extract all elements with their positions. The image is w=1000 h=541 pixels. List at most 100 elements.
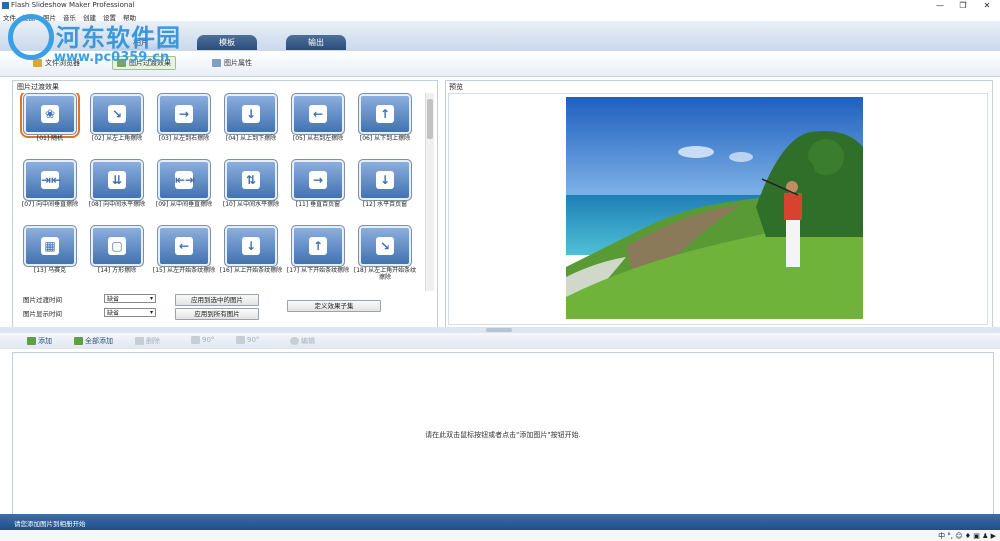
transition-arrow-icon: → (175, 105, 193, 123)
delete-button[interactable]: 删除 (135, 336, 160, 346)
transition-item[interactable]: ❀ [01] 随机 (17, 93, 83, 157)
transition-label: [11] 垂直百页窗 (295, 201, 341, 208)
transition-thumbnail[interactable]: → (157, 93, 211, 135)
status-bar: 请您添加图片到相册开始 (0, 514, 1000, 530)
chevron-down-icon: ▾ (149, 295, 153, 302)
transition-label: [01] 随机 (36, 135, 64, 142)
empty-hint: 请在此双击鼠标按钮或者点击"添加图片"按钮开始. (425, 431, 581, 439)
transition-label: [16] 从上开始条纹擦除 (219, 267, 283, 274)
transition-thumbnail[interactable]: ← (157, 225, 211, 267)
transition-label: [14] 方形擦除 (97, 267, 137, 274)
transition-item[interactable]: ⇊ [08] 向中间水平擦除 (84, 159, 150, 223)
delete-label: 删除 (146, 337, 160, 345)
transition-thumbnail[interactable]: ↓ (358, 159, 412, 201)
transition-label: [12] 水平百页窗 (362, 201, 408, 208)
rotate-right-button[interactable]: 90° (236, 336, 259, 344)
transition-label: [07] 向中间垂直擦除 (21, 201, 79, 208)
transition-label: [13] 马赛克 (33, 267, 67, 274)
watermark: 河东软件园 www.pc0359.cn (8, 14, 238, 74)
transition-thumbnail[interactable]: ⇥⇤ (23, 159, 77, 201)
transition-thumbnail[interactable]: ▦ (23, 225, 77, 267)
edit-button[interactable]: 编辑 (290, 336, 315, 346)
transition-thumbnail[interactable]: ↓ (224, 225, 278, 267)
edit-icon (290, 337, 299, 345)
transition-arrow-icon: ↓ (242, 237, 260, 255)
transition-thumbnail[interactable]: ↘ (358, 225, 412, 267)
transition-thumbnail[interactable]: ⇅ (224, 159, 278, 201)
transition-arrow-icon: ← (175, 237, 193, 255)
apply-all-button[interactable]: 应用到所有图片 (175, 308, 259, 320)
transitions-panel: 图片过渡效果 ❀ [01] 随机 ↘ [02] 从左上角擦除 → [03] 从左到右擦除 ↓… (12, 80, 438, 329)
transition-label: [17] 从下开始条纹擦除 (286, 267, 350, 274)
transition-arrow-icon: ← (309, 105, 327, 123)
rotate-left-icon (191, 336, 200, 344)
transition-thumbnail[interactable]: ↑ (291, 225, 345, 267)
transition-label: [06] 从下到上擦除 (359, 135, 411, 142)
transition-thumbnail[interactable]: ↘ (90, 93, 144, 135)
transition-item[interactable]: ↘ [02] 从左上角擦除 (84, 93, 150, 157)
edit-label: 编辑 (301, 337, 315, 345)
transition-item[interactable]: ↓ [12] 水平百页窗 (352, 159, 418, 223)
watermark-logo-icon (8, 14, 54, 60)
tray-icons[interactable]: 中 °, ☺ ♦ ▣ ♟ ▶ (938, 531, 996, 541)
transition-thumbnail[interactable]: ← (291, 93, 345, 135)
transition-item[interactable]: ↘ [18] 从左上角开始条纹擦除 (352, 225, 418, 289)
select-value: 缺省 (107, 310, 120, 317)
transition-arrow-icon: ❀ (41, 105, 59, 123)
transition-arrow-icon: ↑ (309, 237, 327, 255)
rotate-left-button[interactable]: 90° (191, 336, 214, 344)
transition-item[interactable]: ▦ [13] 马赛克 (17, 225, 83, 289)
scrollbar-thumb[interactable] (427, 99, 433, 139)
minimize-button[interactable]: — (929, 0, 951, 11)
transition-arrow-icon: ⇅ (242, 171, 260, 189)
transition-item[interactable]: ↑ [17] 从下开始条纹擦除 (285, 225, 351, 289)
transition-item[interactable]: ▢ [14] 方形擦除 (84, 225, 150, 289)
close-button[interactable]: ✕ (976, 0, 998, 11)
define-subset-button[interactable]: 定义效果子集 (287, 300, 381, 312)
rotate-right-icon (236, 336, 245, 344)
transition-arrow-icon: ⇊ (108, 171, 126, 189)
transition-thumbnail[interactable]: ⇊ (90, 159, 144, 201)
transition-thumbnail[interactable]: ↑ (358, 93, 412, 135)
transition-item[interactable]: ⇤⇥ [09] 从中间垂直擦除 (151, 159, 217, 223)
watermark-text: 河东软件园 (56, 24, 181, 52)
transition-item[interactable]: ⇅ [10] 从中间水平擦除 (218, 159, 284, 223)
tab-output[interactable]: 输出 (286, 35, 346, 50)
maximize-button[interactable]: ❐ (952, 0, 974, 11)
transition-arrow-icon: ⇥⇤ (41, 171, 62, 189)
transitions-scrollbar[interactable] (425, 93, 434, 291)
transition-label: [10] 从中间水平擦除 (222, 201, 280, 208)
transition-arrow-icon: ↓ (376, 171, 394, 189)
preview-title: 预览 (449, 83, 463, 91)
watermark-url: www.pc0359.cn (54, 50, 170, 65)
photo-list-area[interactable]: 请在此双击鼠标按钮或者点击"添加图片"按钮开始. (12, 352, 994, 516)
transition-label: [02] 从左上角擦除 (91, 135, 143, 142)
apply-selected-button[interactable]: 应用到选中的图片 (175, 294, 259, 306)
transition-thumbnail[interactable]: ⇤⇥ (157, 159, 211, 201)
transition-arrow-icon: ↘ (376, 237, 394, 255)
transition-item[interactable]: ↑ [06] 从下到上擦除 (352, 93, 418, 157)
transition-thumbnail[interactable]: ❀ (20, 93, 80, 138)
photo-toolbar: 添加 全部添加 删除 90° 90° 编辑 (0, 333, 1000, 349)
transition-arrow-icon: ▢ (108, 237, 126, 255)
transition-item[interactable]: ← [15] 从左开始条纹擦除 (151, 225, 217, 289)
add-photo-icon (27, 337, 36, 345)
transition-item[interactable]: → [11] 垂直百页窗 (285, 159, 351, 223)
transition-label: [05] 从右到左擦除 (292, 135, 344, 142)
add-all-button[interactable]: 全部添加 (74, 336, 113, 346)
transition-item[interactable]: → [03] 从左到右擦除 (151, 93, 217, 157)
transition-thumbnail[interactable]: → (291, 159, 345, 201)
transition-item[interactable]: ↓ [16] 从上开始条纹擦除 (218, 225, 284, 289)
transition-time-select[interactable]: 缺省 ▾ (104, 294, 156, 303)
add-all-label: 全部添加 (85, 337, 113, 345)
transition-item[interactable]: ← [05] 从右到左擦除 (285, 93, 351, 157)
rotate-right-label: 90° (247, 336, 260, 344)
display-time-select[interactable]: 缺省 ▾ (104, 308, 156, 317)
chevron-down-icon: ▾ (149, 309, 153, 316)
transition-thumbnail[interactable]: ▢ (90, 225, 144, 267)
add-button[interactable]: 添加 (27, 336, 52, 346)
transition-item[interactable]: ↓ [04] 从上到下擦除 (218, 93, 284, 157)
splitter-grip-icon[interactable] (486, 328, 512, 332)
transition-thumbnail[interactable]: ↓ (224, 93, 278, 135)
transition-item[interactable]: ⇥⇤ [07] 向中间垂直擦除 (17, 159, 83, 223)
